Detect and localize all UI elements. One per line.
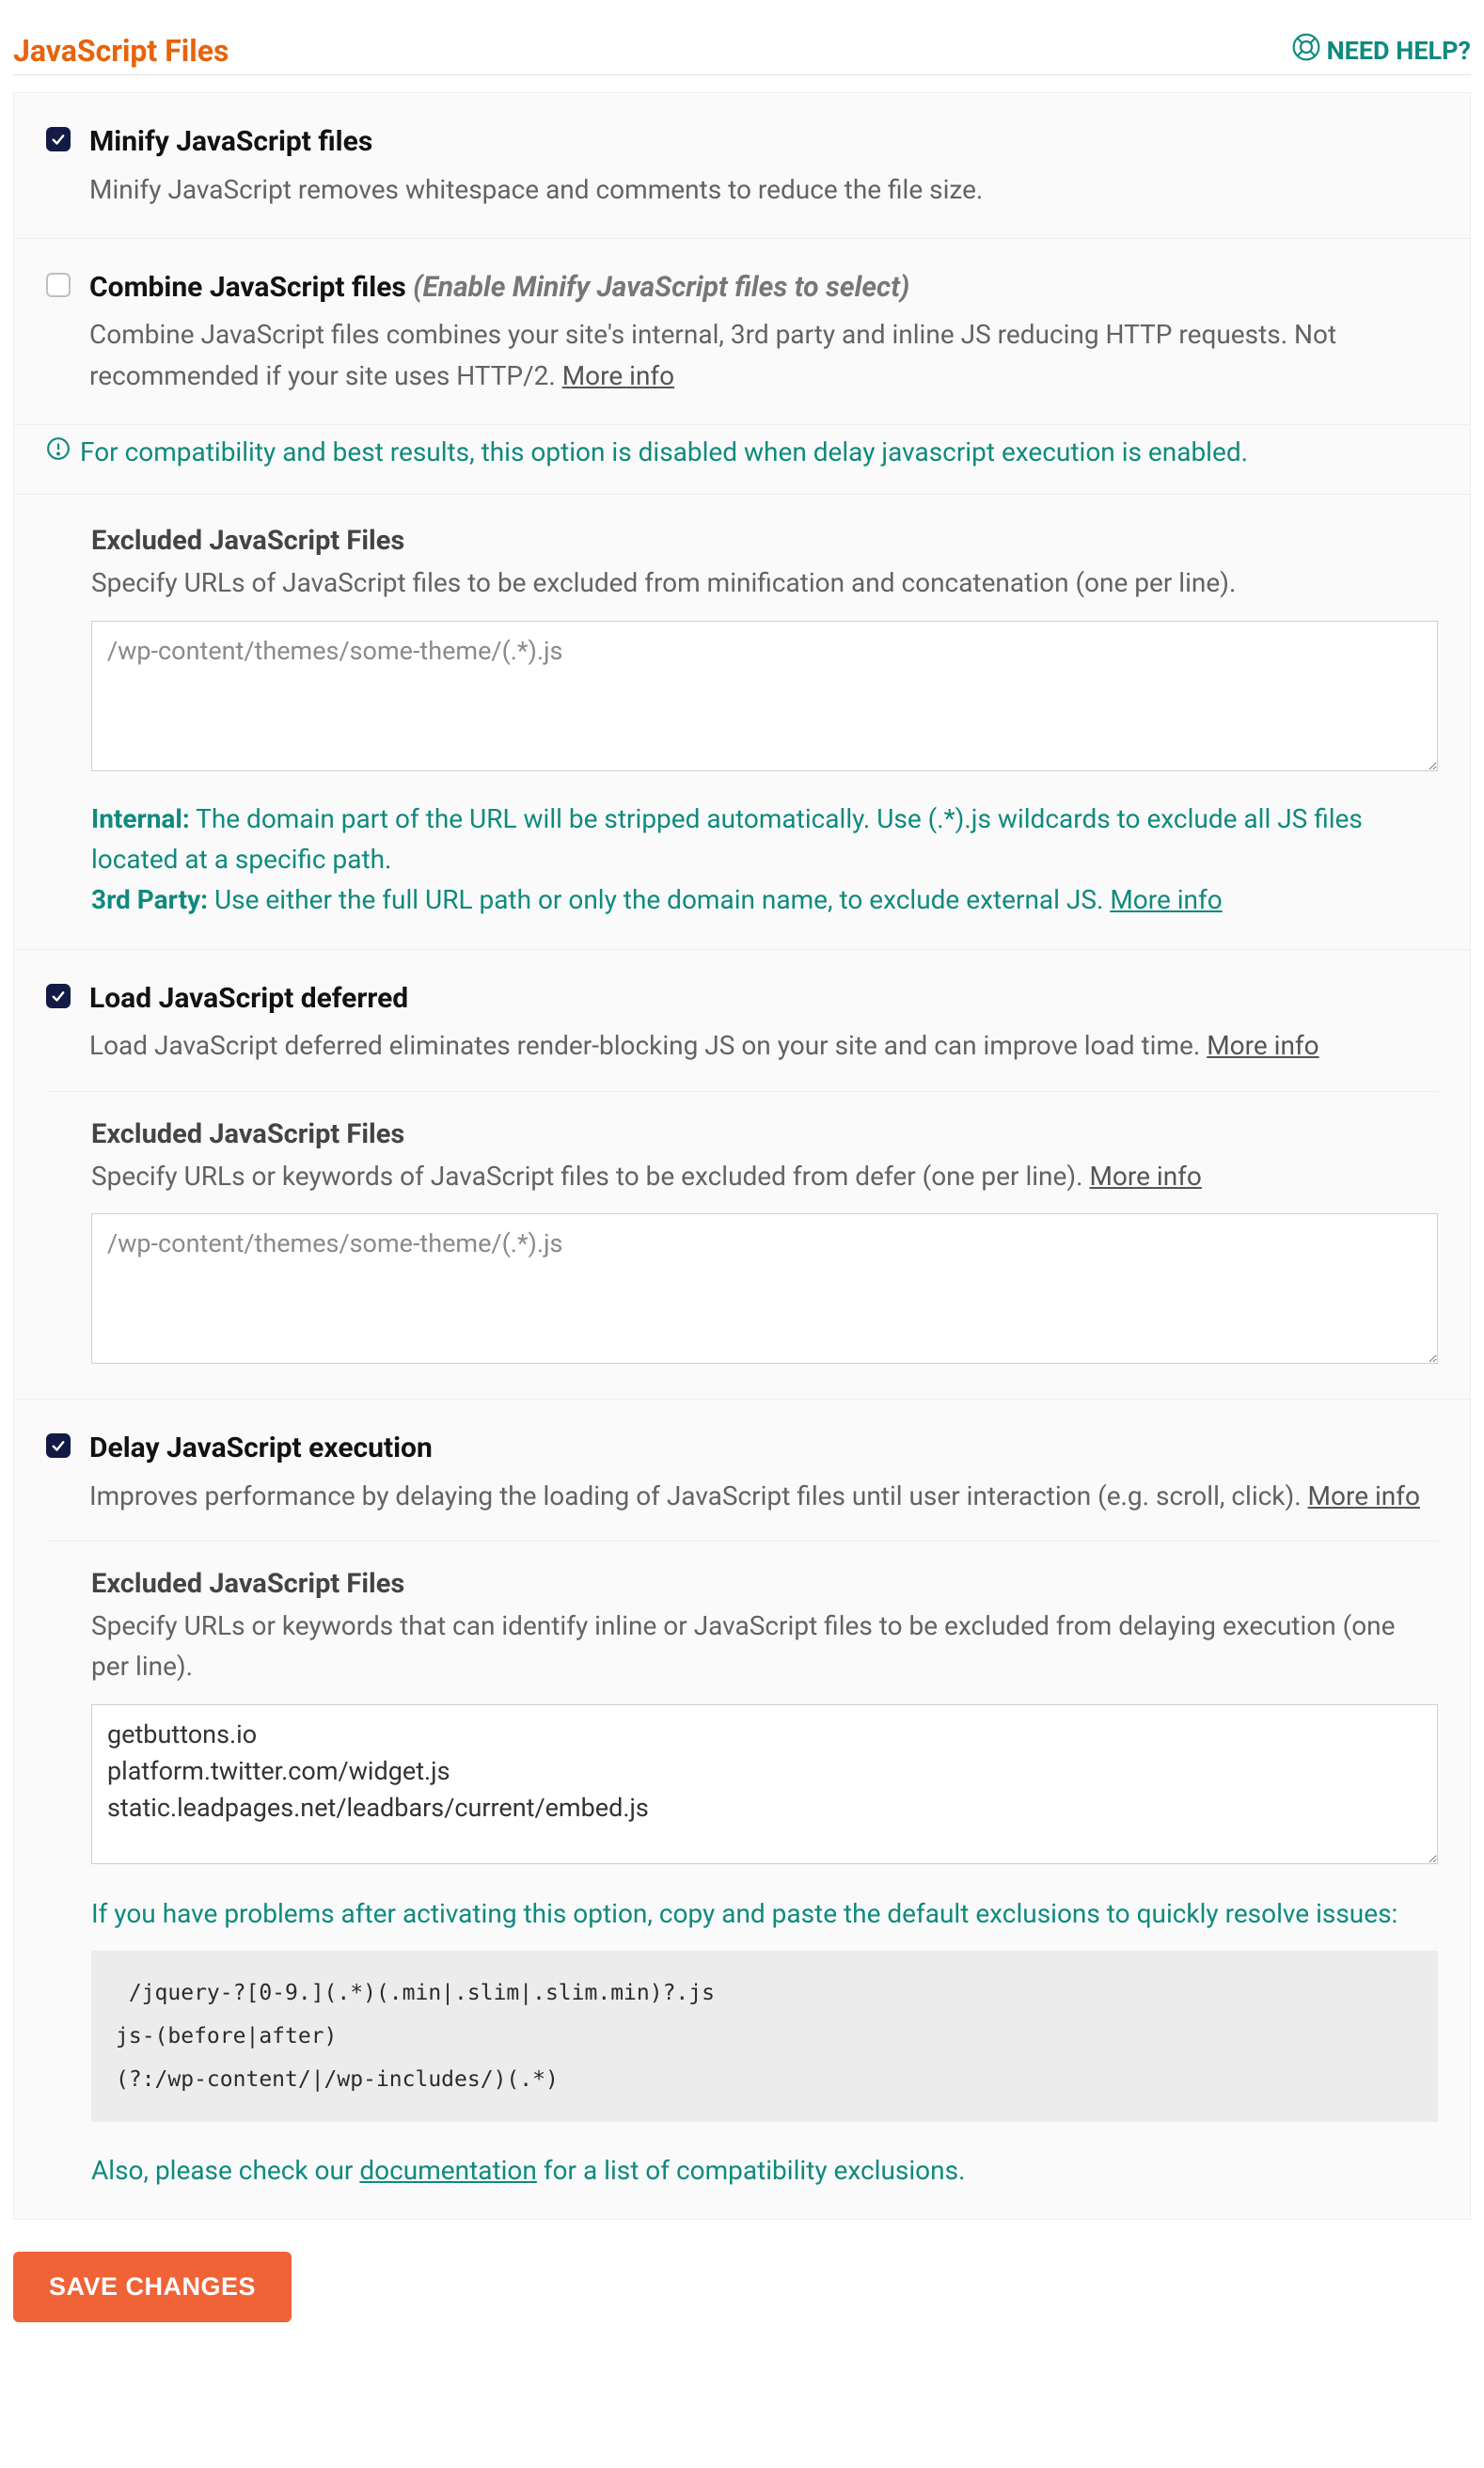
combine-checkbox[interactable] [46, 273, 71, 297]
defer-desc: Load JavaScript deferred eliminates rend… [89, 1025, 1438, 1066]
combine-disabled-note: (Enable Minify JavaScript files to selec… [413, 271, 909, 304]
documentation-link[interactable]: documentation [359, 2155, 537, 2186]
excluded-minify-note: Internal: The domain part of the URL wil… [91, 799, 1438, 921]
delay-checkbox[interactable] [46, 1433, 71, 1458]
help-icon [1291, 32, 1321, 69]
excluded-defer-textarea[interactable] [91, 1213, 1438, 1364]
excluded-defer-title: Excluded JavaScript Files [91, 1118, 1438, 1150]
defer-title: Load JavaScript deferred [89, 980, 1438, 1019]
alert-icon [46, 436, 71, 467]
delay-more-link[interactable]: More info [1308, 1480, 1420, 1511]
excluded-delay-desc: Specify URLs or keywords that can identi… [91, 1606, 1438, 1687]
delay-post-note: If you have problems after activating th… [91, 1893, 1438, 1934]
settings-panel: Minify JavaScript files Minify JavaScrip… [13, 92, 1471, 2220]
excluded-delay-textarea[interactable]: getbuttons.io platform.twitter.com/widge… [91, 1704, 1438, 1864]
excluded-minify-title: Excluded JavaScript Files [91, 525, 1438, 557]
minify-checkbox[interactable] [46, 127, 71, 151]
delay-default-exclusions-code: /jquery-?[0-9.](.*)(.min|.slim|.slim.min… [91, 1951, 1438, 2122]
page-title: JavaScript Files [13, 33, 229, 69]
minify-title: Minify JavaScript files [89, 123, 1438, 162]
need-help-link[interactable]: NEED HELP? [1291, 32, 1471, 69]
minify-desc: Minify JavaScript removes whitespace and… [89, 169, 1438, 210]
excluded-minify-desc: Specify URLs of JavaScript files to be e… [91, 562, 1438, 603]
excluded-defer-desc: Specify URLs or keywords of JavaScript f… [91, 1156, 1438, 1196]
combine-more-link[interactable]: More info [562, 360, 674, 391]
delay-desc: Improves performance by delaying the loa… [89, 1476, 1438, 1516]
defer-more-link[interactable]: More info [1207, 1030, 1318, 1061]
need-help-label: NEED HELP? [1327, 36, 1471, 66]
combine-compat-note: For compatibility and best results, this… [80, 436, 1248, 467]
defer-checkbox[interactable] [46, 984, 71, 1008]
save-changes-button[interactable]: SAVE CHANGES [13, 2252, 292, 2322]
delay-title: Delay JavaScript execution [89, 1430, 1438, 1468]
excluded-defer-more-link[interactable]: More info [1089, 1161, 1201, 1192]
excluded-delay-title: Excluded JavaScript Files [91, 1568, 1438, 1600]
combine-desc: Combine JavaScript files combines your s… [89, 314, 1438, 396]
excluded-minify-textarea[interactable] [91, 621, 1438, 771]
combine-title: Combine JavaScript files (Enable Minify … [89, 269, 1438, 308]
excluded-minify-more-link[interactable]: More info [1110, 884, 1222, 915]
delay-doc-note: Also, please check our documentation for… [91, 2150, 1438, 2191]
